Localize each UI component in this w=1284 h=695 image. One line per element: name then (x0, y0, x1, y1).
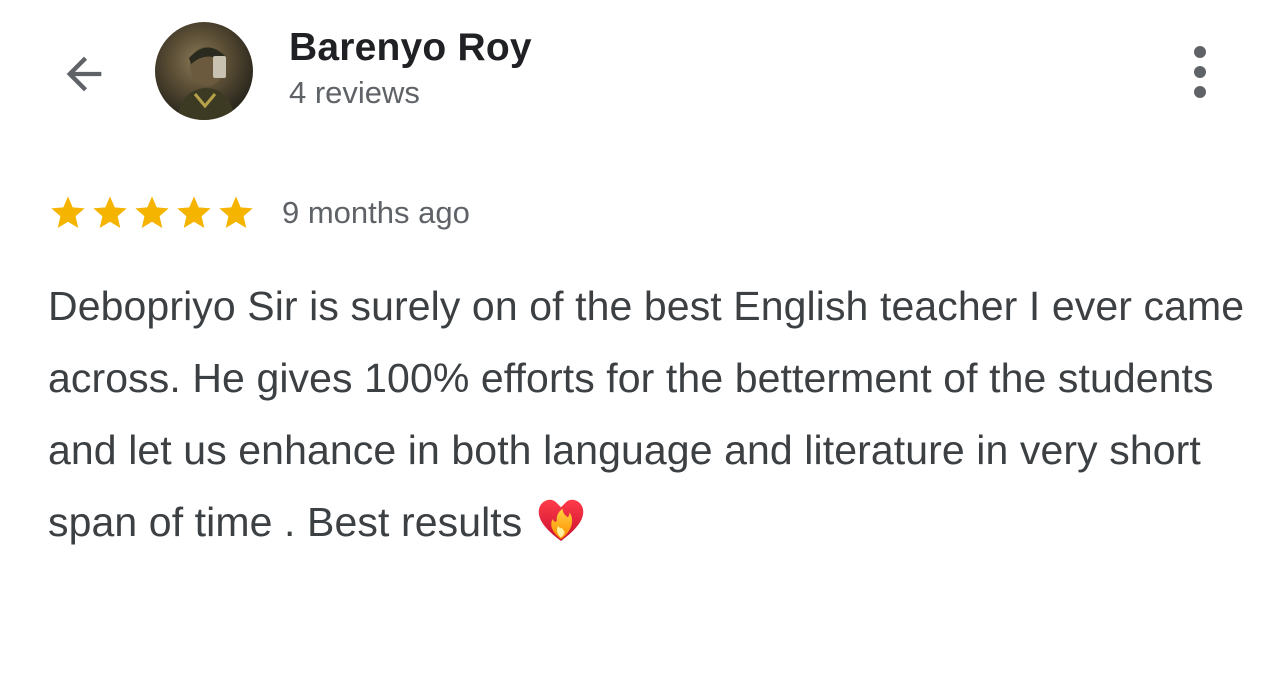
review-count: 4 reviews (289, 75, 420, 110)
avatar-photo (177, 46, 235, 120)
star-icon (93, 196, 127, 228)
back-button[interactable] (54, 44, 114, 104)
avatar[interactable] (155, 22, 253, 120)
review-page: Barenyo Roy 4 reviews 9 months ago Debop… (0, 0, 1284, 695)
arrow-left-icon (66, 56, 102, 92)
review-body: Debopriyo Sir is surely on of the best E… (48, 283, 1245, 545)
more-vertical-icon-dot-3 (1194, 86, 1206, 98)
star-icon (219, 196, 253, 228)
more-vertical-icon (1194, 46, 1206, 58)
heart-on-fire-icon (539, 499, 584, 541)
star-icon (135, 196, 169, 228)
star-icon (51, 196, 85, 228)
review-text: Debopriyo Sir is surely on of the best E… (48, 270, 1248, 558)
star-rating (48, 193, 256, 233)
more-vertical-icon-dot-2 (1194, 66, 1206, 78)
more-options-button[interactable] (1176, 40, 1224, 104)
review-time: 9 months ago (282, 195, 470, 230)
star-icon (177, 196, 211, 228)
review-meta: 9 months ago (48, 190, 470, 236)
reviewer-info: Barenyo Roy 4 reviews (289, 26, 532, 113)
reviewer-name[interactable]: Barenyo Roy (289, 26, 532, 70)
